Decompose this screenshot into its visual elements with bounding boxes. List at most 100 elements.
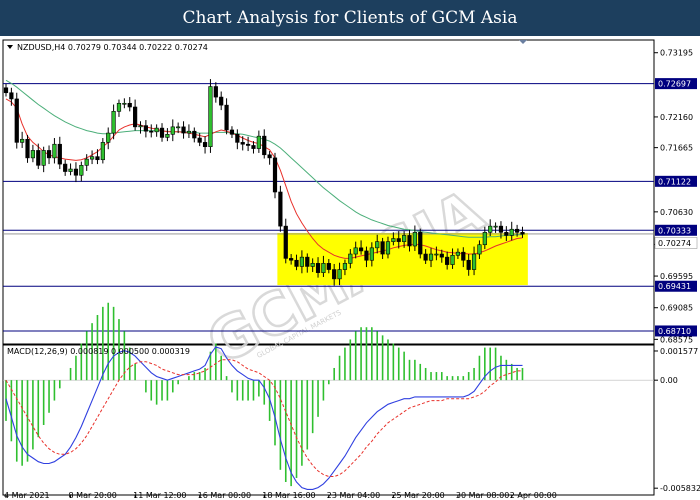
candle [197, 137, 202, 143]
x-tick-label: 25 Mar 20:00 [391, 491, 444, 500]
candle [348, 253, 353, 264]
level-label: 0.71122 [658, 177, 691, 186]
candle [461, 251, 466, 261]
page-title: Chart Analysis for Clients of GCM Asia [0, 0, 700, 36]
candle [439, 253, 444, 258]
candle [219, 96, 224, 106]
level-label: 0.68710 [658, 327, 691, 336]
candle [36, 150, 41, 166]
candle [434, 253, 439, 256]
candle [149, 130, 154, 133]
candle [412, 232, 417, 247]
x-tick-label: 8 Mar 20:00 [69, 491, 117, 500]
candle [127, 102, 132, 108]
candle [202, 142, 208, 148]
candle [25, 138, 30, 159]
candle [332, 269, 337, 280]
candle [445, 256, 450, 265]
candle [272, 157, 278, 193]
x-tick-label: 4 Mar 2021 [4, 491, 50, 500]
candle [116, 102, 122, 112]
candle [154, 127, 159, 133]
candle [213, 86, 218, 98]
candle [122, 102, 127, 105]
level-label: 0.72697 [658, 80, 691, 89]
price-chart-header: NZDUSD,H4 0.70279 0.70344 0.70222 0.7027… [17, 43, 208, 52]
candle [342, 263, 348, 270]
macd-header: MACD(12,26,9) 0.000819 0.000500 0.000319 [7, 347, 190, 356]
candle [143, 125, 148, 132]
candle [46, 150, 52, 159]
candle [73, 168, 79, 176]
x-tick-label: 30 Mar 08:00 [456, 491, 509, 500]
candle [455, 251, 461, 256]
candle [14, 98, 19, 143]
candle [488, 225, 493, 233]
candle [514, 228, 520, 233]
candle [267, 154, 272, 159]
candle [326, 263, 331, 270]
candle [364, 250, 369, 261]
candle [100, 142, 105, 161]
candle [283, 225, 288, 259]
candle [509, 228, 514, 236]
candle [181, 126, 186, 134]
candle [385, 241, 391, 255]
y-tick-label: 0.70630 [660, 208, 693, 217]
candle [84, 158, 89, 166]
y-tick-label: 0.68575 [660, 335, 693, 344]
candle [504, 232, 509, 236]
level-label: 0.70333 [658, 226, 691, 235]
x-tick-label: 23 Mar 04:00 [327, 491, 380, 500]
candle [278, 191, 283, 227]
x-tick-label: 2 Apr 00:00 [510, 491, 557, 500]
candle [396, 238, 401, 242]
x-tick-label: 11 Mar 12:00 [133, 491, 186, 500]
candle [402, 235, 407, 242]
level-label: 0.69431 [658, 282, 691, 291]
candle [310, 263, 315, 267]
candle [192, 130, 197, 139]
candle [9, 92, 14, 100]
candle [52, 143, 57, 159]
candle [176, 126, 181, 129]
x-tick-label: 16 Mar 00:00 [198, 491, 251, 500]
candle [30, 150, 36, 159]
candle [95, 156, 100, 161]
x-tick-label: 18 Mar 16:00 [262, 491, 315, 500]
candle [498, 225, 504, 233]
candle [423, 253, 428, 261]
macd-tick-label: 0.001577 [660, 347, 698, 356]
candle [375, 241, 380, 249]
candle [482, 232, 487, 246]
candle [299, 256, 305, 267]
candle [240, 142, 245, 145]
candle [471, 253, 477, 270]
candle [63, 163, 68, 172]
candle [369, 247, 374, 261]
chart-area[interactable]: GCMASIAGLOBAL CAPITAL MARKETS 0.731950.7… [0, 36, 700, 500]
candle [256, 135, 261, 149]
y-tick-label: 0.73195 [660, 49, 693, 58]
y-tick-label: 0.72160 [660, 113, 693, 122]
candle [20, 138, 25, 143]
current-price-label: 0.70274 [658, 239, 691, 248]
candle [358, 247, 364, 252]
candle [407, 235, 412, 247]
candle [289, 258, 294, 261]
candle [380, 241, 385, 255]
y-tick-label: 0.69595 [660, 272, 693, 281]
y-tick-label: 0.71665 [660, 144, 693, 153]
candle [493, 225, 498, 228]
candle [477, 244, 482, 255]
candle [68, 168, 73, 172]
candle [418, 232, 423, 255]
macd-panel [2, 344, 655, 496]
candle [315, 263, 321, 273]
candle [106, 132, 111, 143]
y-tick-label: 0.69085 [660, 304, 693, 313]
candle [3, 87, 9, 94]
candle [321, 263, 326, 273]
candle [353, 247, 358, 255]
candle [520, 232, 525, 235]
